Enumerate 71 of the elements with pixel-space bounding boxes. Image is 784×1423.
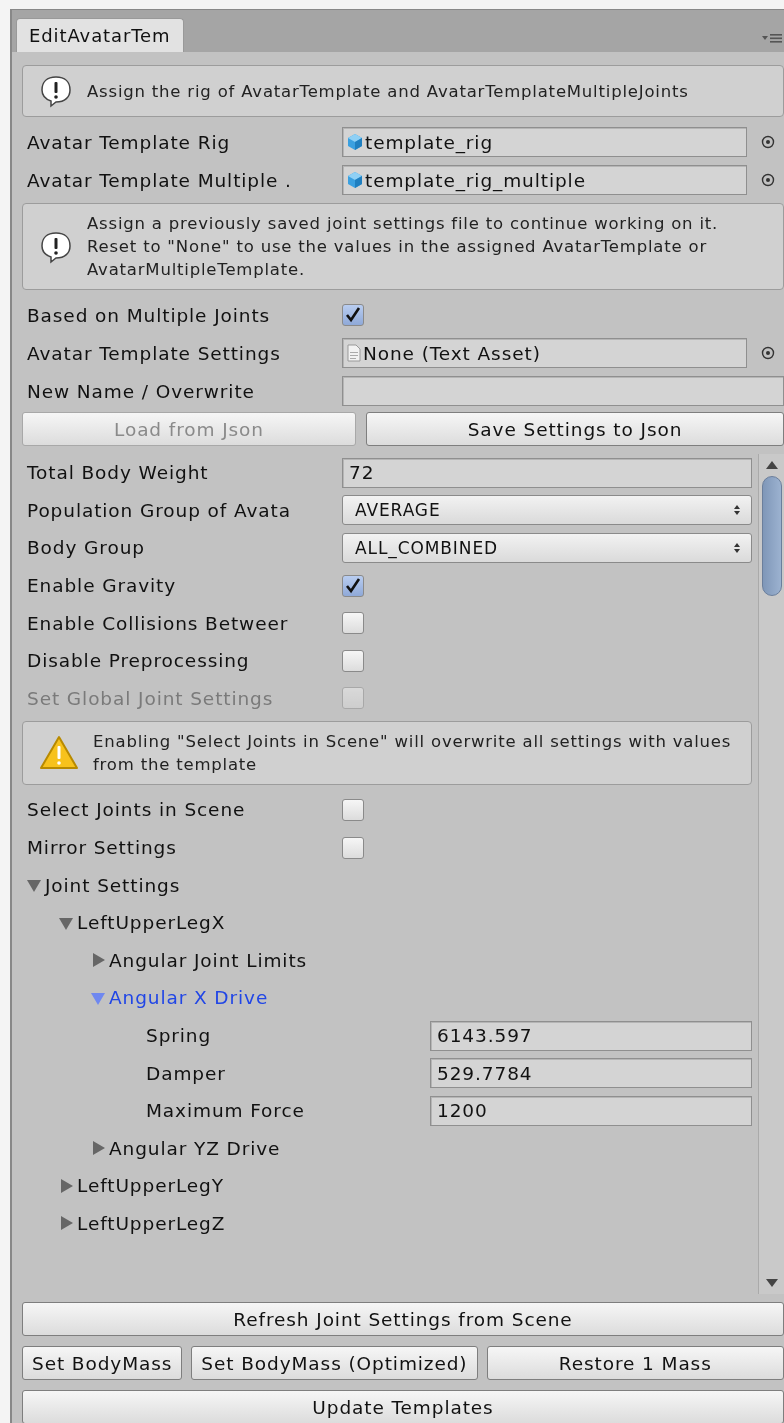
scrollbar[interactable] <box>758 454 784 1294</box>
help-text: Assign the rig of AvatarTemplate and AvatarTemplateMultipleJoints <box>87 80 689 103</box>
object-field[interactable]: None (Text Asset) <box>342 338 747 368</box>
info-bubble-icon <box>39 74 73 108</box>
foldout-arrow-icon <box>90 952 106 969</box>
dropdown[interactable]: ALL_COMBINED <box>342 533 752 563</box>
field-label: Avatar Template Multiple . <box>26 169 293 191</box>
checkbox[interactable] <box>342 798 364 821</box>
action-button[interactable]: Refresh Joint Settings from Scene <box>22 1302 784 1336</box>
cube-icon <box>347 133 363 151</box>
field-label: Total Body Weight <box>26 462 210 484</box>
document-icon <box>347 344 361 362</box>
object-picker-icon[interactable] <box>761 346 775 360</box>
number-input[interactable]: 1200 <box>430 1095 752 1126</box>
field-label: Avatar Template Rig <box>26 131 232 153</box>
field-label: Enable Collisions Betweer <box>26 612 290 634</box>
action-button[interactable]: Save Settings to Json <box>366 412 784 446</box>
field-label: Avatar Template Settings <box>26 342 282 364</box>
help-text: Enabling "Select Joints in Scene" will overwrite all settings with values from the template <box>93 731 733 777</box>
object-picker-icon[interactable] <box>761 135 775 149</box>
object-field[interactable]: template_rig <box>342 127 747 157</box>
field-label: Disable Preprocessing <box>26 650 251 672</box>
scroll-up-icon[interactable] <box>764 460 779 470</box>
foldout-arrow-icon <box>58 1177 74 1194</box>
object-field[interactable]: template_rig_multiple <box>342 165 747 195</box>
tree-item[interactable]: LeftUpperLegZ <box>58 1213 226 1234</box>
tree-item[interactable]: LeftUpperLegY <box>58 1175 224 1197</box>
text-input[interactable]: 72 <box>342 457 752 488</box>
help-text: Assign a previously saved joint settings file to continue working on it. Reset to "None" to use the values in the assigned AvatarTemplate or AvatarMultipleTemplate. <box>87 213 720 281</box>
info-bubble-icon <box>39 229 73 264</box>
field-label: Set Global Joint Settings <box>26 687 275 709</box>
scroll-thumb[interactable] <box>761 476 782 596</box>
action-button[interactable]: Restore 1 Mass <box>486 1346 784 1380</box>
tree-item[interactable]: Angular Joint Limits <box>90 949 308 971</box>
field-label: Population Group of Avata <box>26 499 292 521</box>
checkbox[interactable] <box>342 574 364 597</box>
updown-arrow-icon <box>733 504 741 517</box>
text-input[interactable] <box>342 376 784 406</box>
foldout-arrow-icon <box>58 1215 74 1232</box>
tree-item[interactable]: LeftUpperLegX <box>58 912 226 934</box>
foldout-arrow-icon <box>90 1140 106 1157</box>
action-button[interactable]: Update Templates <box>22 1390 784 1423</box>
checkbox[interactable] <box>342 649 364 672</box>
tree-item[interactable]: Angular YZ Drive <box>90 1137 281 1159</box>
number-input[interactable]: 6143.597 <box>430 1020 752 1051</box>
scroll-down-icon[interactable] <box>764 1278 779 1288</box>
field-label: Enable Gravity <box>26 575 178 597</box>
checkbox[interactable] <box>342 836 364 859</box>
field-label: Damper <box>145 1062 227 1084</box>
action-button[interactable]: Set BodyMass (Optimized) <box>191 1346 478 1380</box>
tree-item[interactable]: Joint Settings <box>26 874 181 896</box>
checkbox[interactable] <box>342 304 364 326</box>
field-label: Mirror Settings <box>26 837 178 859</box>
field-label: Based on Multiple Joints <box>26 304 272 326</box>
field-label: Maximum Force <box>145 1100 306 1122</box>
cube-icon <box>347 171 363 189</box>
dropdown[interactable]: AVERAGE <box>342 495 752 526</box>
action-button[interactable]: Set BodyMass <box>22 1346 183 1380</box>
updown-arrow-icon <box>733 542 741 554</box>
field-label: Body Group <box>26 537 146 559</box>
window-tab[interactable]: EditAvatarTem <box>16 18 184 52</box>
field-label: Spring <box>145 1025 213 1046</box>
menu-icon[interactable] <box>762 32 782 44</box>
field-label: New Name / Overwrite <box>26 380 256 402</box>
object-picker-icon[interactable] <box>761 173 775 187</box>
foldout-arrow-icon <box>26 877 42 894</box>
warning-icon <box>39 735 79 772</box>
checkbox[interactable] <box>342 612 364 635</box>
number-input[interactable]: 529.7784 <box>430 1058 752 1089</box>
tree-item[interactable]: Angular X Drive <box>90 987 269 1009</box>
field-label: Select Joints in Scene <box>26 799 247 821</box>
